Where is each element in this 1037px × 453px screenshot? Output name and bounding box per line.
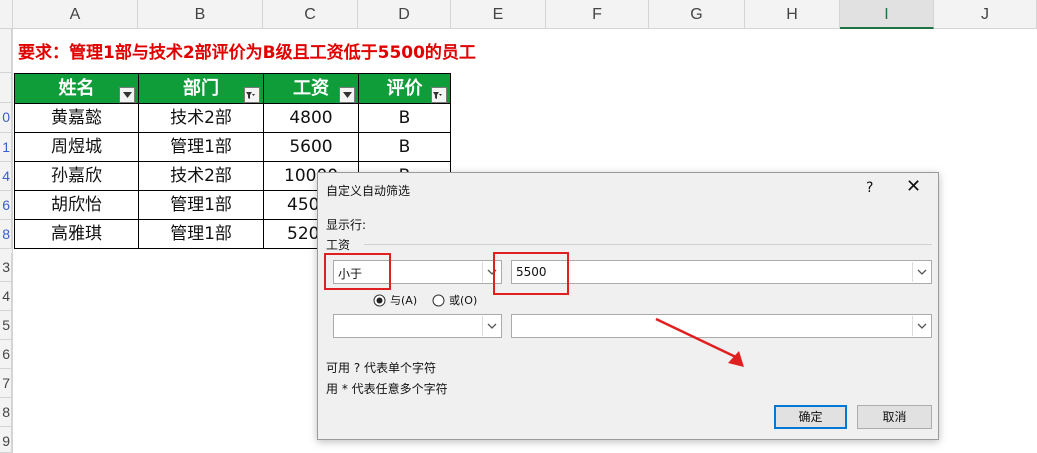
- header-label: 评价: [386, 78, 423, 99]
- header-label: 工资: [293, 78, 329, 99]
- header-label: 姓名: [58, 78, 95, 99]
- table-cell[interactable]: 周煜城: [14, 132, 139, 162]
- row-header[interactable]: 8: [0, 220, 12, 249]
- row-header[interactable]: 1: [0, 133, 12, 162]
- row-header[interactable]: 6: [0, 191, 12, 220]
- table-cell[interactable]: 孙嘉欣: [14, 161, 139, 191]
- radio-unselected-icon: [432, 294, 445, 306]
- show-rows-label: 显示行:: [326, 218, 367, 232]
- operator-select-2[interactable]: [333, 314, 502, 338]
- help-button[interactable]: ?: [866, 180, 873, 196]
- dialog-title: 自定义自动筛选: [326, 184, 411, 198]
- table-cell[interactable]: 胡欣怡: [14, 190, 139, 220]
- filter-dropdown-button[interactable]: [119, 87, 135, 103]
- filter-active-button[interactable]: [431, 87, 447, 103]
- row-header[interactable]: 4: [0, 282, 12, 311]
- chevron-down-icon[interactable]: [912, 262, 930, 282]
- column-header-g[interactable]: G: [649, 0, 745, 29]
- column-header-f[interactable]: F: [546, 0, 649, 29]
- row-header[interactable]: 5: [0, 311, 12, 340]
- and-label: 与(A): [390, 294, 418, 307]
- value-input-1[interactable]: 5500: [511, 260, 932, 284]
- custom-autofilter-dialog: 自定义自动筛选 ? ✕ 显示行: 工资 小于 5500 与(A) 或(O) 可用…: [317, 172, 939, 440]
- and-radio[interactable]: 与(A): [373, 292, 417, 308]
- row-header[interactable]: 7: [0, 369, 12, 398]
- header-cell-salary[interactable]: 工资: [263, 73, 359, 104]
- table-cell[interactable]: 5600: [263, 132, 359, 162]
- cancel-button[interactable]: 取消: [857, 405, 932, 429]
- row-header[interactable]: 8: [0, 398, 12, 427]
- row-header[interactable]: [0, 29, 12, 73]
- requirement-text: 要求：管理1部与技术2部评价为B级且工资低于5500的员工: [18, 43, 476, 63]
- column-header-i[interactable]: I: [840, 0, 934, 29]
- chevron-down-icon[interactable]: [482, 316, 500, 336]
- field-separator: [364, 244, 932, 245]
- row-header[interactable]: 9: [0, 427, 12, 453]
- row-header[interactable]: [0, 73, 12, 103]
- header-cell-rating[interactable]: 评价: [358, 73, 451, 104]
- row-header[interactable]: 6: [0, 340, 12, 369]
- header-cell-name[interactable]: 姓名: [14, 73, 139, 104]
- table-cell[interactable]: 管理1部: [138, 190, 264, 220]
- radio-selected-icon: [373, 294, 386, 306]
- field-name-label: 工资: [326, 238, 351, 252]
- column-header-b[interactable]: B: [138, 0, 263, 29]
- or-label: 或(O): [449, 294, 478, 307]
- table-cell[interactable]: B: [358, 103, 451, 133]
- table-cell[interactable]: 技术2部: [138, 103, 264, 133]
- column-header-j[interactable]: J: [934, 0, 1037, 29]
- table-cell[interactable]: B: [358, 132, 451, 162]
- row-header[interactable]: 3: [0, 253, 12, 282]
- row-header[interactable]: 4: [0, 162, 12, 191]
- column-header-c[interactable]: C: [263, 0, 358, 29]
- column-header-e[interactable]: E: [451, 0, 546, 29]
- select-all-corner[interactable]: [0, 0, 13, 29]
- filter-dropdown-button[interactable]: [339, 87, 355, 103]
- header-cell-dept[interactable]: 部门: [138, 73, 264, 104]
- table-cell[interactable]: 高雅琪: [14, 219, 139, 249]
- table-cell[interactable]: 管理1部: [138, 219, 264, 249]
- column-header-a[interactable]: A: [13, 0, 138, 29]
- table-cell[interactable]: 管理1部: [138, 132, 264, 162]
- chevron-down-icon[interactable]: [912, 316, 930, 336]
- or-radio[interactable]: 或(O): [432, 292, 477, 308]
- annotation-arrow: [655, 317, 744, 367]
- column-header-h[interactable]: H: [745, 0, 840, 29]
- table-cell[interactable]: 4800: [263, 103, 359, 133]
- ok-button[interactable]: 确定: [774, 405, 847, 429]
- filter-active-button[interactable]: [244, 87, 260, 103]
- highlight-box-value: [493, 252, 569, 295]
- row-header[interactable]: 0: [0, 103, 12, 133]
- table-cell[interactable]: 黄嘉懿: [14, 103, 139, 133]
- table-cell[interactable]: 技术2部: [138, 161, 264, 191]
- wildcard-hint-single: 可用 ? 代表单个字符: [326, 361, 436, 375]
- column-header-d[interactable]: D: [358, 0, 451, 29]
- header-label: 部门: [183, 78, 219, 99]
- highlight-box-operator: [324, 253, 391, 290]
- close-button[interactable]: ✕: [906, 176, 921, 197]
- wildcard-hint-multi: 用 * 代表任意多个字符: [326, 382, 448, 396]
